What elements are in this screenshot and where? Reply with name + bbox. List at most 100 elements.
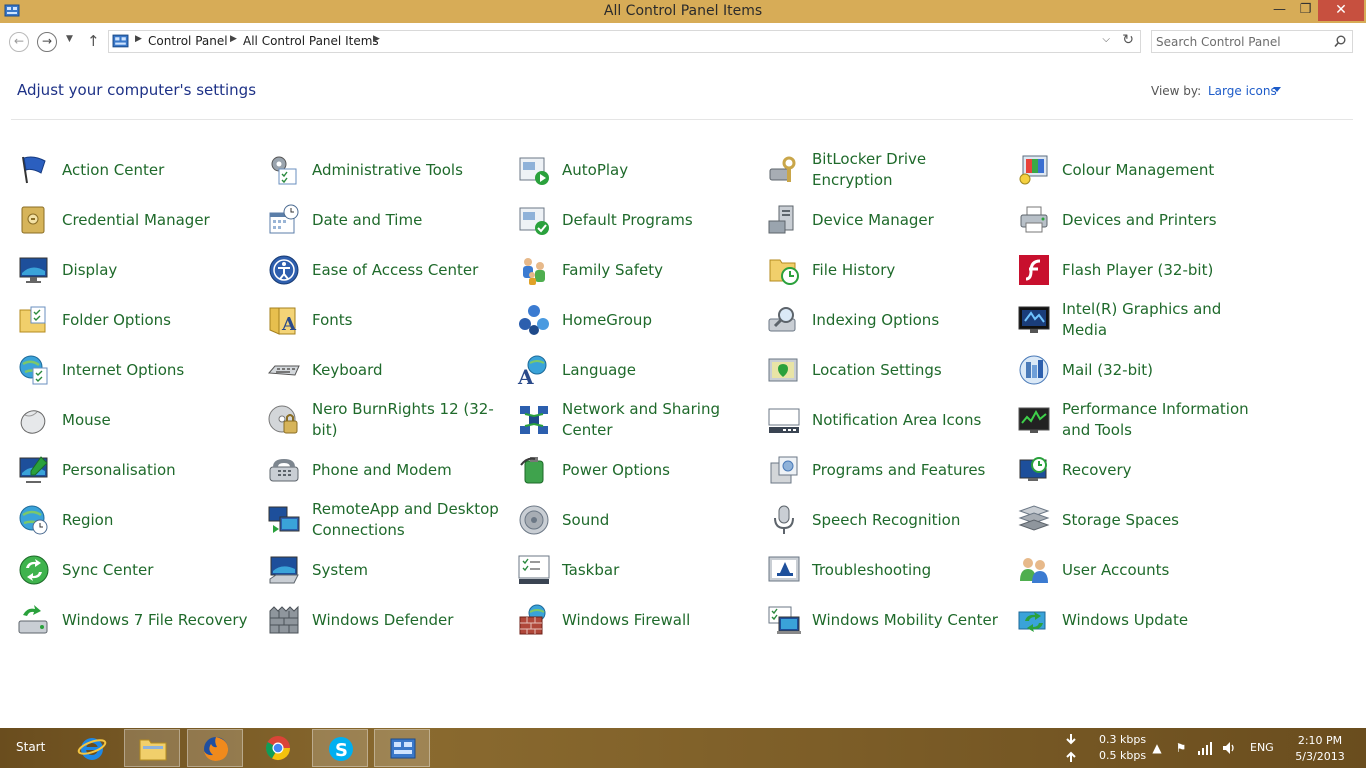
close-button[interactable]: ✕ [1318, 0, 1364, 21]
search-box[interactable] [1151, 30, 1353, 53]
item-network-sharing[interactable]: Network and Sharing Center [517, 395, 762, 445]
forward-button[interactable]: → [37, 32, 57, 52]
volume-icon[interactable] [1221, 740, 1237, 756]
item-label[interactable]: Flash Player (32-bit) [1062, 260, 1252, 281]
item-label[interactable]: Credential Manager [62, 210, 252, 231]
item-family-safety[interactable]: Family Safety [517, 245, 762, 295]
item-sync-center[interactable]: Sync Center [17, 545, 262, 595]
taskbar-chrome[interactable] [250, 729, 306, 767]
breadcrumb-separator-icon[interactable]: ▶ [230, 34, 237, 44]
item-label[interactable]: Ease of Access Center [312, 260, 502, 281]
item-display[interactable]: Display [17, 245, 262, 295]
item-label[interactable]: Speech Recognition [812, 510, 1002, 531]
item-label[interactable]: Default Programs [562, 210, 752, 231]
recent-locations-chevron-down-icon[interactable]: ▼ [66, 34, 73, 44]
item-label[interactable]: Sound [562, 510, 752, 531]
item-system[interactable]: System [267, 545, 512, 595]
item-label[interactable]: Windows Mobility Center [812, 610, 1002, 631]
item-region[interactable]: Region [17, 495, 262, 545]
item-label[interactable]: Colour Management [1062, 160, 1252, 181]
item-speech-recognition[interactable]: Speech Recognition [767, 495, 1012, 545]
item-windows-update[interactable]: Windows Update [1017, 595, 1262, 645]
item-label[interactable]: Action Center [62, 160, 252, 181]
item-performance-info[interactable]: Performance Information and Tools [1017, 395, 1262, 445]
item-label[interactable]: RemoteApp and Desktop Connections [312, 499, 502, 541]
item-indexing-options[interactable]: Indexing Options [767, 295, 1012, 345]
item-label[interactable]: Mouse [62, 410, 252, 431]
clock-time[interactable]: 2:10 PM [1294, 734, 1346, 747]
item-label[interactable]: Performance Information and Tools [1062, 399, 1252, 441]
item-label[interactable]: Notification Area Icons [812, 410, 1002, 431]
item-label[interactable]: Power Options [562, 460, 752, 481]
item-default-programs[interactable]: Default Programs [517, 195, 762, 245]
view-by-dropdown[interactable]: Large icons [1208, 84, 1277, 98]
item-label[interactable]: Region [62, 510, 252, 531]
breadcrumb-control-panel[interactable]: Control Panel [148, 34, 228, 48]
item-label[interactable]: Recovery [1062, 460, 1252, 481]
item-intel-graphics[interactable]: Intel(R) Graphics and Media [1017, 295, 1262, 345]
show-hidden-icons-chevron-up-icon[interactable]: ▲ [1149, 740, 1165, 756]
item-flash-player[interactable]: Flash Player (32-bit) [1017, 245, 1262, 295]
item-file-history[interactable]: File History [767, 245, 1012, 295]
item-administrative-tools[interactable]: Administrative Tools [267, 145, 512, 195]
item-label[interactable]: Windows Update [1062, 610, 1252, 631]
item-label[interactable]: Mail (32-bit) [1062, 360, 1252, 381]
item-user-accounts[interactable]: User Accounts [1017, 545, 1262, 595]
item-label[interactable]: Date and Time [312, 210, 502, 231]
view-by-chevron-down-icon[interactable] [1273, 87, 1281, 92]
item-label[interactable]: Folder Options [62, 310, 252, 331]
item-programs-features[interactable]: Programs and Features [767, 445, 1012, 495]
item-label[interactable]: Troubleshooting [812, 560, 1002, 581]
item-label[interactable]: Programs and Features [812, 460, 1002, 481]
maximize-button[interactable]: ❐ [1293, 0, 1318, 21]
item-autoplay[interactable]: AutoPlay [517, 145, 762, 195]
item-nero-burnrights[interactable]: Nero BurnRights 12 (32-bit) [267, 395, 512, 445]
item-colour-management[interactable]: Colour Management [1017, 145, 1262, 195]
item-windows7-file-recovery[interactable]: Windows 7 File Recovery [17, 595, 262, 645]
item-action-center[interactable]: Action Center [17, 145, 262, 195]
minimize-button[interactable]: — [1266, 0, 1293, 21]
item-date-and-time[interactable]: Date and Time [267, 195, 512, 245]
item-taskbar[interactable]: Taskbar [517, 545, 762, 595]
item-remoteapp[interactable]: RemoteApp and Desktop Connections [267, 495, 512, 545]
taskbar-file-explorer[interactable] [124, 729, 180, 767]
item-label[interactable]: Location Settings [812, 360, 1002, 381]
item-folder-options[interactable]: Folder Options [17, 295, 262, 345]
item-label[interactable]: Nero BurnRights 12 (32-bit) [312, 399, 502, 441]
item-fonts[interactable]: A Fonts [267, 295, 512, 345]
breadcrumb-all-items[interactable]: All Control Panel Items [243, 34, 379, 48]
item-label[interactable]: Language [562, 360, 752, 381]
action-center-flag-icon[interactable]: ⚑ [1173, 740, 1189, 756]
item-power-options[interactable]: Power Options [517, 445, 762, 495]
item-label[interactable]: Internet Options [62, 360, 252, 381]
item-mouse[interactable]: Mouse [17, 395, 262, 445]
item-label[interactable]: Windows 7 File Recovery [62, 610, 252, 631]
item-label[interactable]: System [312, 560, 502, 581]
item-ease-of-access[interactable]: Ease of Access Center [267, 245, 512, 295]
item-credential-manager[interactable]: Credential Manager [17, 195, 262, 245]
item-sound[interactable]: Sound [517, 495, 762, 545]
back-button[interactable]: ← [9, 32, 29, 52]
item-notification-area[interactable]: Notification Area Icons [767, 395, 1012, 445]
start-button[interactable]: Start [16, 740, 45, 754]
refresh-icon[interactable]: ↻ [1122, 32, 1134, 48]
item-label[interactable]: Network and Sharing Center [562, 399, 752, 441]
breadcrumb-separator-icon[interactable]: ▶ [135, 34, 142, 44]
item-personalisation[interactable]: Personalisation [17, 445, 262, 495]
address-bar[interactable]: ▶ Control Panel ▶ All Control Panel Item… [108, 30, 1141, 53]
item-recovery[interactable]: Recovery [1017, 445, 1262, 495]
item-label[interactable]: Phone and Modem [312, 460, 502, 481]
item-label[interactable]: BitLocker Drive Encryption [812, 149, 1002, 191]
item-label[interactable]: Windows Firewall [562, 610, 752, 631]
item-label[interactable]: Device Manager [812, 210, 1002, 231]
item-windows-firewall[interactable]: Windows Firewall [517, 595, 762, 645]
item-label[interactable]: Personalisation [62, 460, 252, 481]
item-internet-options[interactable]: Internet Options [17, 345, 262, 395]
item-label[interactable]: Intel(R) Graphics and Media [1062, 299, 1252, 341]
item-label[interactable]: User Accounts [1062, 560, 1252, 581]
search-input[interactable] [1156, 33, 1326, 50]
item-homegroup[interactable]: HomeGroup [517, 295, 762, 345]
item-label[interactable]: HomeGroup [562, 310, 752, 331]
clock-date[interactable]: 5/3/2013 [1292, 750, 1348, 763]
item-label[interactable]: Administrative Tools [312, 160, 502, 181]
